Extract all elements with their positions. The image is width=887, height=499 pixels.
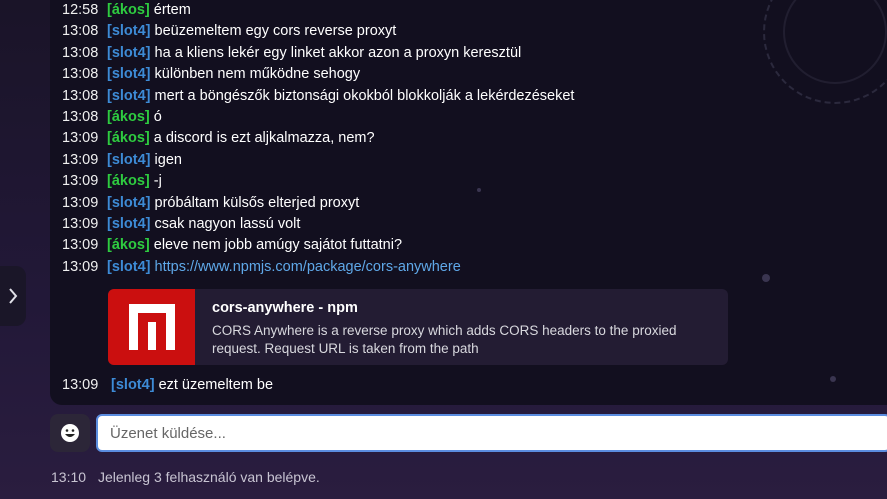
message-author[interactable]: [slot4] xyxy=(107,195,151,211)
message-text: csak nagyon lassú volt xyxy=(154,215,301,232)
message-list: 12:58 [ákos] értem 13:08 [slot4] beüzemelte… xyxy=(62,0,862,278)
message-text: igen xyxy=(154,151,182,168)
status-time: 13:10 xyxy=(51,469,87,485)
emoji-button[interactable] xyxy=(50,414,90,452)
chat-message: 13:08 [slot4] beüzemeltem egy cors revers… xyxy=(62,21,862,42)
chat-message: 13:09 [ákos] -j xyxy=(62,171,862,192)
message-author[interactable]: [slot4] xyxy=(107,152,151,168)
npm-logo-icon xyxy=(108,289,195,365)
smiley-icon xyxy=(61,424,79,442)
message-text: beüzemeltem egy cors reverse proxyt xyxy=(154,23,397,40)
chat-message: 13:09 [slot4] csak nagyon lassú volt xyxy=(62,214,862,235)
message-time: 13:09 xyxy=(62,377,99,393)
message-time: 13:08 xyxy=(62,66,99,83)
message-link[interactable]: https://www.npmjs.com/package/cors-anywh… xyxy=(155,259,461,275)
message-text: ó xyxy=(153,108,162,125)
message-text: értem xyxy=(153,2,191,18)
message-author[interactable]: [slot4] xyxy=(107,88,151,104)
message-text: eleve nem jobb amúgy sajátot futtatni? xyxy=(153,237,403,254)
chat-message: 13:08 [ákos] ó xyxy=(62,107,862,128)
message-text: próbáltam külsős elterjed proxyt xyxy=(154,194,360,211)
chat-message: 13:09 [slot4] próbáltam külsős elterjed p… xyxy=(62,193,862,214)
status-bar: 13:10 Jelenleg 3 felhasználó van belépve… xyxy=(51,469,320,485)
chat-message: 13:08 [slot4] ha a kliens lekér egy linke… xyxy=(62,43,862,64)
chat-message: 13:09 [ákos] eleve nem jobb amúgy sajátot… xyxy=(62,235,862,256)
chat-message: 13:09 [ákos] a discord is ezt aljkalmazza… xyxy=(62,128,862,149)
message-text: különben nem működne sehogy xyxy=(154,66,361,83)
message-author[interactable]: [slot4] xyxy=(111,377,155,393)
message-author[interactable]: [ákos] xyxy=(107,109,150,125)
message-time: 13:08 xyxy=(62,44,99,61)
message-time: 13:09 xyxy=(62,258,99,275)
message-input[interactable] xyxy=(96,414,887,452)
message-author[interactable]: [slot4] xyxy=(107,216,151,232)
chat-log-panel[interactable]: 12:58 [ákos] értem 13:08 [slot4] beüzemelte… xyxy=(50,0,887,405)
message-author[interactable]: [ákos] xyxy=(107,173,150,189)
message-time: 13:09 xyxy=(62,194,99,211)
chat-message: 13:09 [slot4] ezt üzemeltem be xyxy=(62,375,273,396)
chat-message: 12:58 [ákos] értem xyxy=(62,0,862,21)
message-author[interactable]: [slot4] xyxy=(107,259,151,275)
message-time: 13:09 xyxy=(62,237,99,254)
message-text: -j xyxy=(153,173,162,190)
message-time: 13:09 xyxy=(62,151,99,168)
decorative-dot xyxy=(830,376,836,382)
status-text: Jelenleg 3 felhasználó van belépve. xyxy=(97,469,320,485)
chat-message: 13:09 [slot4] igen xyxy=(62,150,862,171)
chat-message: 13:09 [slot4] https://www.npmjs.com/packa… xyxy=(62,257,862,278)
message-author[interactable]: [ákos] xyxy=(107,2,150,18)
message-author[interactable]: [slot4] xyxy=(107,66,151,82)
link-preview-description: CORS Anywhere is a reverse proxy which a… xyxy=(212,323,677,356)
message-time: 13:08 xyxy=(62,87,99,104)
message-author[interactable]: [ákos] xyxy=(107,130,150,146)
message-text: mert a böngészők biztonsági okokból blok… xyxy=(154,87,575,104)
message-author[interactable]: [slot4] xyxy=(107,45,151,61)
message-time: 13:09 xyxy=(62,173,99,190)
chevron-right-icon xyxy=(9,288,18,304)
message-author[interactable]: [ákos] xyxy=(107,237,150,253)
message-time: 12:58 xyxy=(62,2,99,18)
message-text: ha a kliens lekér egy linket akkor azon … xyxy=(154,44,522,61)
link-preview-title[interactable]: cors-anywhere - npm xyxy=(212,300,358,316)
message-time: 13:09 xyxy=(62,130,99,147)
chat-message: 13:08 [slot4] mert a böngészők biztonsági… xyxy=(62,86,862,107)
message-time: 13:08 xyxy=(62,23,99,40)
chat-message: 13:08 [slot4] különben nem működne sehogy xyxy=(62,64,862,85)
message-text: a discord is ezt aljkalmazza, nem? xyxy=(153,130,375,147)
message-author[interactable]: [slot4] xyxy=(107,23,151,39)
sidebar-toggle-button[interactable] xyxy=(0,266,26,326)
message-time: 13:09 xyxy=(62,215,99,232)
message-time: 13:08 xyxy=(62,108,99,125)
message-text: ezt üzemeltem be xyxy=(158,377,274,393)
link-preview-card[interactable]: cors-anywhere - npm CORS Anywhere is a r… xyxy=(108,289,728,365)
